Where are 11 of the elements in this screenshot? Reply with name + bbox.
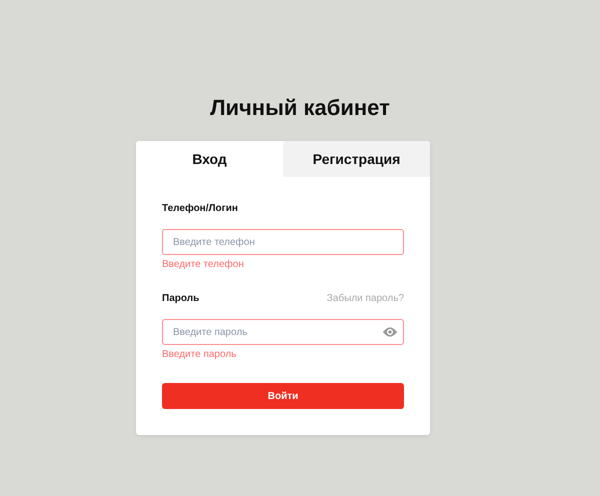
eye-icon[interactable] bbox=[382, 326, 398, 338]
tab[interactable]: Регистрация bbox=[283, 141, 430, 177]
phone-field[interactable]: Введите телефон bbox=[162, 229, 404, 255]
page-title: Личный кабинет bbox=[209, 94, 391, 122]
login-button[interactable]: Войти bbox=[162, 383, 404, 409]
field-label: Пароль bbox=[162, 293, 200, 304]
field-label: Телефон/Логин bbox=[162, 203, 238, 214]
tab[interactable]: Вход bbox=[136, 141, 283, 177]
password-field[interactable]: Введите пароль bbox=[162, 319, 404, 345]
error-message: Введите пароль bbox=[162, 348, 238, 361]
error-message: Введите телефон bbox=[162, 258, 245, 271]
